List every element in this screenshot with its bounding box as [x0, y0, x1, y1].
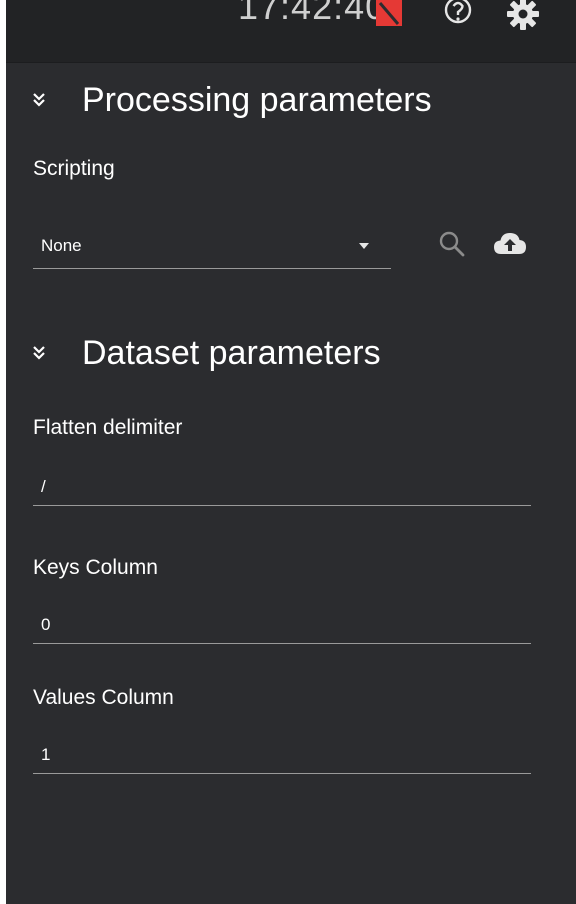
scripting-label: Scripting	[33, 157, 115, 180]
clock: 17:42:40	[238, 0, 387, 27]
search-script-button[interactable]	[434, 228, 470, 260]
chevron-double-down-icon	[33, 93, 45, 107]
cloud-upload-icon	[494, 233, 526, 254]
help-icon[interactable]	[444, 0, 472, 30]
upload-script-button[interactable]	[492, 228, 528, 260]
warning-icon[interactable]	[376, 0, 402, 28]
values-column-label: Values Column	[33, 686, 174, 709]
dataset-parameters-title: Dataset parameters	[82, 333, 381, 372]
processing-parameters-header[interactable]: Processing parameters	[28, 80, 432, 120]
top-bar: 17:42:40	[6, 0, 576, 63]
scripting-select[interactable]: None	[33, 226, 391, 269]
dataset-parameters-header[interactable]: Dataset parameters	[28, 333, 381, 373]
flatten-delimiter-value: /	[41, 477, 46, 496]
flatten-delimiter-input[interactable]: /	[33, 469, 531, 506]
settings-panel: 17:42:40 Processing parameters Scripting…	[6, 0, 576, 904]
keys-column-value: 0	[41, 615, 51, 634]
scripting-selected-value: None	[41, 236, 82, 255]
search-icon	[439, 231, 465, 257]
keys-column-input[interactable]: 0	[33, 607, 531, 644]
flatten-delimiter-label: Flatten delimiter	[33, 416, 183, 439]
values-column-value: 1	[41, 745, 51, 764]
gear-icon[interactable]	[506, 0, 540, 32]
values-column-input[interactable]: 1	[33, 737, 531, 774]
keys-column-label: Keys Column	[33, 556, 158, 579]
chevron-double-down-icon	[33, 346, 45, 360]
caret-down-icon	[359, 243, 369, 249]
processing-parameters-title: Processing parameters	[82, 80, 432, 119]
